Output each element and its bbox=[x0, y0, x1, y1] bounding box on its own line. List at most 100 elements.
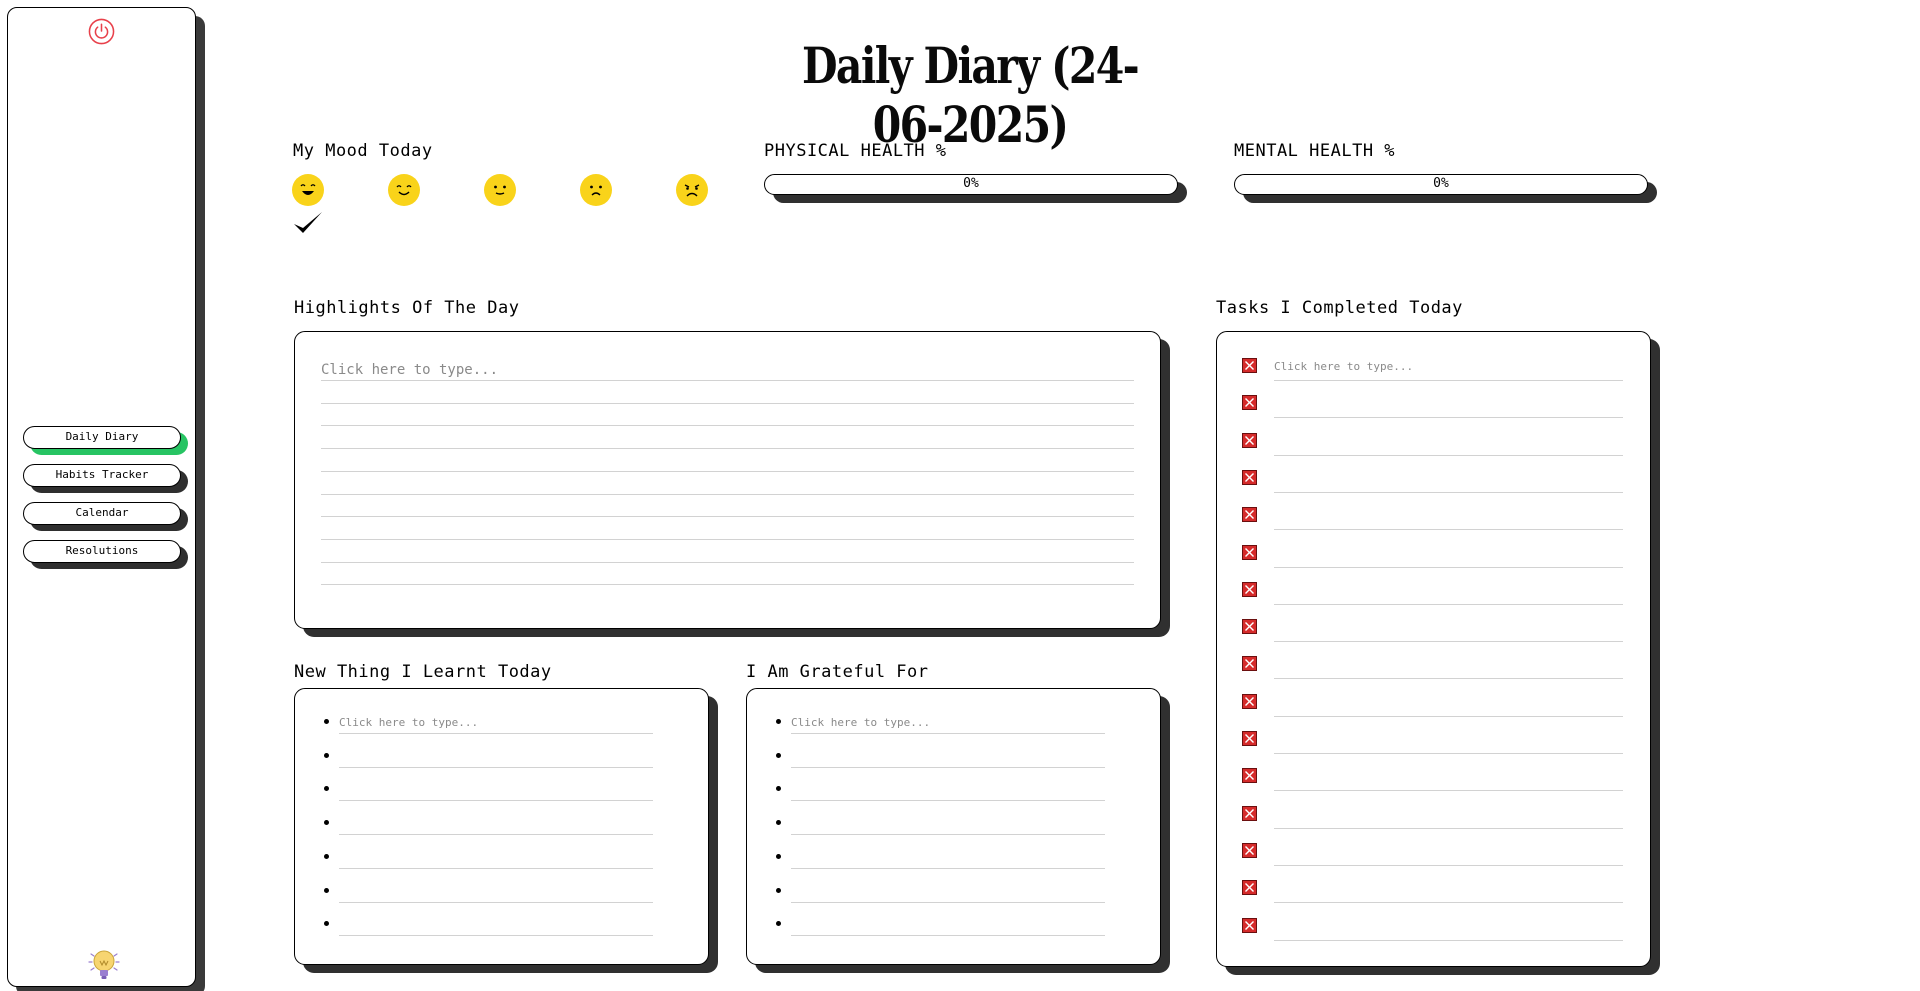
selected-check-icon bbox=[294, 212, 322, 233]
task-line[interactable] bbox=[1274, 678, 1623, 680]
task-line[interactable] bbox=[1274, 380, 1623, 381]
highlights-rule-line bbox=[321, 470, 1134, 472]
task-checkbox-x-icon[interactable] bbox=[1242, 805, 1257, 821]
grateful-placeholder: Click here to type... bbox=[791, 716, 931, 729]
tasks-label: Tasks I Completed Today bbox=[1216, 298, 1463, 318]
list-bullet bbox=[776, 752, 781, 758]
task-line[interactable] bbox=[1274, 864, 1623, 866]
task-line[interactable] bbox=[1274, 603, 1623, 605]
task-checkbox-x-icon[interactable] bbox=[1242, 693, 1257, 709]
nav-resolutions[interactable]: Resolutions bbox=[23, 540, 181, 563]
list-bullet bbox=[776, 820, 781, 826]
list-item-line[interactable] bbox=[791, 733, 1105, 734]
list-bullet bbox=[324, 921, 329, 927]
sidebar-nav: Daily Diary Habits Tracker Calendar Reso… bbox=[23, 426, 183, 578]
list-item-line[interactable] bbox=[791, 800, 1105, 802]
list-bullet bbox=[776, 719, 781, 724]
nav-calendar[interactable]: Calendar bbox=[23, 502, 181, 525]
list-bullet bbox=[324, 820, 329, 826]
grateful-list[interactable]: Click here to type... bbox=[746, 688, 1161, 965]
list-item-line[interactable] bbox=[339, 867, 653, 869]
list-item-line[interactable] bbox=[339, 901, 653, 903]
list-bullet bbox=[776, 921, 781, 927]
list-bullet bbox=[776, 853, 781, 859]
task-line[interactable] bbox=[1274, 454, 1623, 456]
very-sad-face-icon[interactable] bbox=[676, 174, 708, 206]
highlights-rule-line bbox=[321, 402, 1134, 404]
sad-face-icon[interactable] bbox=[580, 174, 612, 206]
list-item-line[interactable] bbox=[339, 733, 653, 734]
learnt-list[interactable]: Click here to type... bbox=[294, 688, 709, 965]
highlights-rule-line bbox=[321, 425, 1134, 427]
tasks-placeholder: Click here to type... bbox=[1274, 360, 1414, 373]
task-checkbox-x-icon[interactable] bbox=[1242, 731, 1257, 746]
sidebar: Daily Diary Habits Tracker Calendar Reso… bbox=[7, 7, 196, 987]
highlights-rule-line bbox=[321, 448, 1134, 450]
highlights-placeholder: Click here to type... bbox=[321, 362, 499, 378]
list-item-line[interactable] bbox=[339, 935, 653, 937]
nav-daily-diary[interactable]: Daily Diary bbox=[23, 426, 181, 449]
task-checkbox-x-icon[interactable] bbox=[1242, 507, 1257, 523]
list-item-line[interactable] bbox=[339, 800, 653, 802]
highlights-rule-line bbox=[321, 380, 1134, 381]
task-checkbox-x-icon[interactable] bbox=[1242, 880, 1257, 896]
mood-label: My Mood Today bbox=[293, 141, 433, 161]
list-bullet bbox=[324, 786, 329, 792]
neutral-face-icon[interactable] bbox=[484, 174, 516, 206]
physical-health-bar[interactable]: 0% bbox=[764, 174, 1178, 195]
list-item-line[interactable] bbox=[791, 766, 1105, 768]
grateful-label: I Am Grateful For bbox=[746, 662, 929, 682]
highlights-rule-line bbox=[321, 538, 1134, 540]
happy-face-icon[interactable] bbox=[388, 174, 420, 206]
task-line[interactable] bbox=[1274, 939, 1623, 941]
task-line[interactable] bbox=[1274, 566, 1623, 568]
task-checkbox-x-icon[interactable] bbox=[1242, 432, 1257, 448]
list-bullet bbox=[324, 719, 329, 724]
mental-health-value: 0% bbox=[1433, 176, 1449, 191]
task-line[interactable] bbox=[1274, 715, 1623, 717]
page-title: Daily Diary (24-06-2025) bbox=[802, 36, 1140, 154]
highlights-rule-line bbox=[321, 584, 1134, 586]
mental-health-label: MENTAL HEALTH % bbox=[1234, 141, 1396, 161]
task-line[interactable] bbox=[1274, 641, 1623, 643]
mental-health-bar[interactable]: 0% bbox=[1234, 174, 1648, 195]
highlights-label: Highlights Of The Day bbox=[294, 298, 520, 318]
task-checkbox-x-icon[interactable] bbox=[1242, 358, 1257, 373]
very-happy-face-icon[interactable] bbox=[292, 174, 324, 206]
power-icon[interactable] bbox=[88, 18, 115, 45]
task-line[interactable] bbox=[1274, 417, 1623, 419]
task-checkbox-x-icon[interactable] bbox=[1242, 917, 1257, 933]
list-bullet bbox=[324, 853, 329, 859]
task-checkbox-x-icon[interactable] bbox=[1242, 544, 1257, 560]
task-checkbox-x-icon[interactable] bbox=[1242, 395, 1257, 411]
task-line[interactable] bbox=[1274, 827, 1623, 829]
list-item-line[interactable] bbox=[791, 834, 1105, 836]
nav-habits-tracker[interactable]: Habits Tracker bbox=[23, 464, 181, 487]
learnt-label: New Thing I Learnt Today bbox=[294, 662, 552, 682]
task-checkbox-x-icon[interactable] bbox=[1242, 842, 1257, 858]
task-checkbox-x-icon[interactable] bbox=[1242, 581, 1257, 597]
tasks-checklist[interactable]: Click here to type... bbox=[1216, 331, 1651, 967]
learnt-placeholder: Click here to type... bbox=[339, 716, 479, 729]
task-line[interactable] bbox=[1274, 753, 1623, 754]
task-line[interactable] bbox=[1274, 902, 1623, 904]
list-item-line[interactable] bbox=[339, 834, 653, 836]
list-item-line[interactable] bbox=[339, 766, 653, 768]
list-item-line[interactable] bbox=[791, 867, 1105, 869]
list-bullet bbox=[324, 887, 329, 893]
list-item-line[interactable] bbox=[791, 901, 1105, 903]
task-checkbox-x-icon[interactable] bbox=[1242, 619, 1257, 635]
highlights-textarea[interactable]: Click here to type... bbox=[294, 331, 1161, 629]
task-checkbox-x-icon[interactable] bbox=[1242, 469, 1257, 485]
physical-health-label: PHYSICAL HEALTH % bbox=[764, 141, 947, 161]
task-checkbox-x-icon[interactable] bbox=[1242, 656, 1257, 672]
task-checkbox-x-icon[interactable] bbox=[1242, 768, 1257, 784]
list-item-line[interactable] bbox=[791, 935, 1105, 937]
list-bullet bbox=[324, 752, 329, 758]
list-bullet bbox=[776, 786, 781, 792]
lightbulb-icon[interactable] bbox=[88, 946, 120, 982]
physical-health-value: 0% bbox=[963, 176, 979, 191]
task-line[interactable] bbox=[1274, 491, 1623, 493]
task-line[interactable] bbox=[1274, 790, 1623, 792]
task-line[interactable] bbox=[1274, 529, 1623, 531]
